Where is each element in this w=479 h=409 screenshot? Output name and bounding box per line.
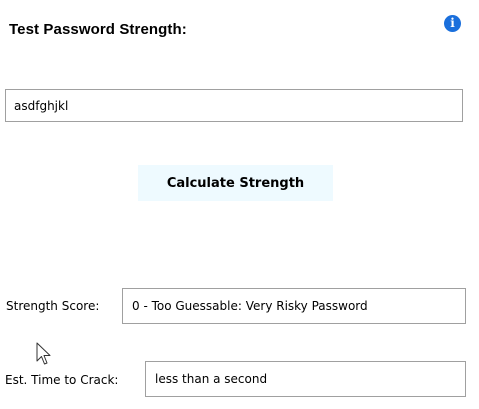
password-input[interactable] xyxy=(5,89,463,122)
strength-score-field[interactable]: 0 - Too Guessable: Very Risky Password xyxy=(122,288,466,324)
password-strength-panel: Test Password Strength: i Calculate Stre… xyxy=(0,0,479,409)
mouse-pointer-icon xyxy=(36,342,51,365)
time-to-crack-field[interactable]: less than a second xyxy=(145,361,466,397)
calculate-strength-button[interactable]: Calculate Strength xyxy=(138,165,333,201)
strength-score-label: Strength Score: xyxy=(6,299,100,313)
page-title: Test Password Strength: xyxy=(9,21,187,38)
info-icon[interactable]: i xyxy=(444,15,461,32)
time-to-crack-label: Est. Time to Crack: xyxy=(5,373,119,387)
